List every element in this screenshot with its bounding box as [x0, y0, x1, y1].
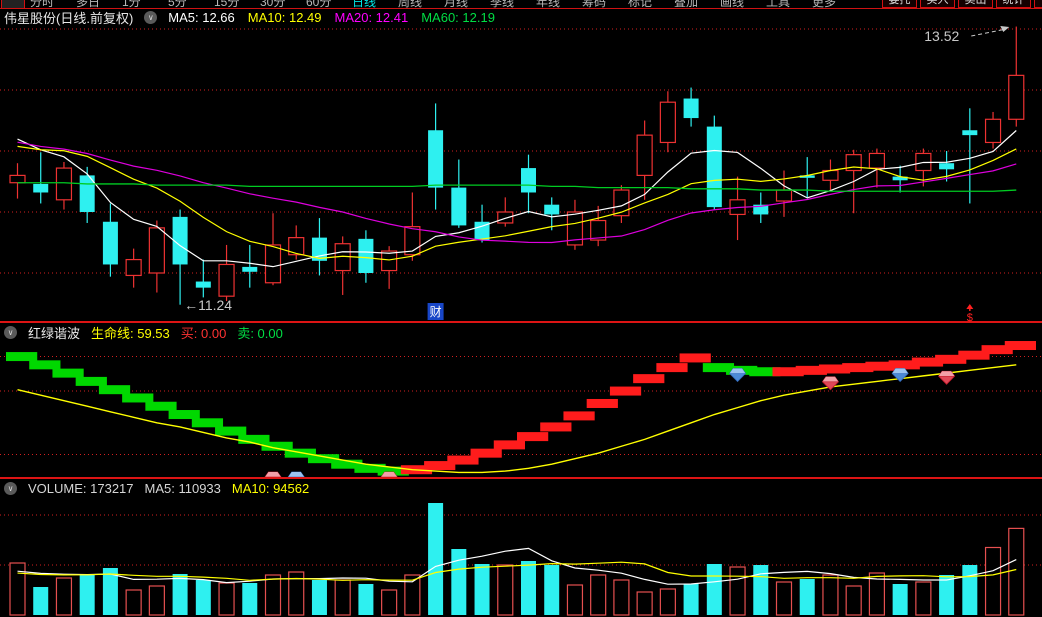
ma-label-0: MA5: 12.66	[168, 10, 235, 25]
chevron-down-icon[interactable]: ∨	[144, 11, 158, 24]
stock-app-window: { "topbar": { "menu_items": [ {"label":"…	[0, 0, 1042, 617]
menu-item-2[interactable]: 1分	[122, 0, 168, 8]
menu-item-14[interactable]: 叠加	[674, 0, 720, 8]
topbar-buttons: 委托 买入 卖出 统计	[882, 0, 1042, 8]
gem-icon-blue	[729, 368, 747, 383]
topbar-button-partial[interactable]	[1034, 0, 1042, 8]
menu-item-13[interactable]: 标记	[628, 0, 674, 8]
dividend-marker: $	[966, 304, 974, 324]
lifeline-value: 生命线: 59.53	[91, 326, 170, 341]
lifeline	[17, 364, 1017, 474]
chart-canvas[interactable]: 13.52 ←11.24 财 $	[0, 0, 1042, 617]
menu-item-4[interactable]: 15分	[214, 0, 260, 8]
ma-label-1: MA10: 12.49	[247, 10, 322, 25]
main-chart-header: 伟星股份(日线.前复权) ∨ MA5: 12.66 MA10: 12.49 MA20…	[4, 9, 495, 26]
stock-title: 伟星股份(日线.前复权)	[4, 11, 134, 26]
gem-icon-red	[938, 370, 956, 385]
svg-text:←11.24: ←11.24	[184, 297, 232, 313]
ma-legend: MA5: 12.66 MA10: 12.49 MA20: 12.41 MA60: 12…	[168, 10, 495, 25]
menu-item-16[interactable]: 工具	[766, 0, 812, 8]
candlestick-chart	[9, 26, 1025, 305]
volume-panel-header: ∨ VOLUME: 173217 MA5: 110933 MA10: 94562	[4, 480, 309, 497]
menu-item-6[interactable]: 60分	[306, 0, 352, 8]
menu-item-15[interactable]: 画线	[720, 0, 766, 8]
volume-ma-lines	[17, 547, 1017, 585]
menu-item-10[interactable]: 季线	[490, 0, 536, 8]
topbar-button-1[interactable]: 买入	[920, 0, 955, 8]
ma-label-3: MA60: 12.19	[421, 10, 495, 25]
menu-item-5[interactable]: 30分	[260, 0, 306, 8]
menu-item-12[interactable]: 筹码	[582, 0, 628, 8]
topbar: 分时 多日 1分 5分 15分 30分 60分 日线 周线 月线 季线 年线 筹码 标记 叠加 画线 工具 更多 …	[0, 0, 1042, 9]
topbar-button-3[interactable]: 统计	[996, 0, 1031, 8]
volume-ma5-value: MA5: 110933	[144, 481, 221, 496]
svg-text:财: 财	[430, 305, 442, 319]
logo-box[interactable]	[1, 0, 25, 8]
chevron-down-icon[interactable]: ∨	[4, 482, 17, 495]
fin-report-badge[interactable]: 财	[427, 303, 444, 320]
menu-item-17[interactable]: 更多	[812, 0, 858, 8]
topbar-menu: 分时 多日 1分 5分 15分 30分 60分 日线 周线 月线 季线 年线 筹码 标记 叠加 画线 工具 更多	[30, 0, 858, 8]
menu-item-9[interactable]: 月线	[444, 0, 490, 8]
menu-item-11[interactable]: 年线	[536, 0, 582, 8]
volume-value: VOLUME: 173217	[28, 481, 134, 496]
volume-bars	[9, 503, 1025, 616]
topbar-button-2[interactable]: 卖出	[958, 0, 993, 8]
harmonic-panel-header: ∨ 红绿谐波 生命线: 59.53 买: 0.00 卖: 0.00	[4, 324, 283, 341]
ma-label-2: MA20: 12.41	[334, 10, 409, 25]
annotations: 13.52 ←11.24	[184, 26, 1010, 313]
indicator-name: 红绿谐波	[28, 326, 81, 341]
menu-item-3[interactable]: 5分	[168, 0, 214, 8]
chevron-down-icon[interactable]: ∨	[4, 326, 17, 339]
menu-item-7[interactable]: 日线	[352, 0, 398, 8]
sell-value: 卖: 0.00	[237, 326, 283, 341]
harmonic-step-chart	[6, 341, 1036, 476]
buy-value: 买: 0.00	[180, 326, 227, 341]
menu-item-8[interactable]: 周线	[398, 0, 444, 8]
topbar-button-0[interactable]: 委托	[882, 0, 917, 8]
volume-ma10-value: MA10: 94562	[231, 481, 310, 496]
svg-text:13.52: 13.52	[924, 28, 959, 44]
menu-item-0[interactable]: 分时	[30, 0, 76, 8]
menu-item-1[interactable]: 多日	[76, 0, 122, 8]
svg-text:$: $	[967, 312, 973, 324]
